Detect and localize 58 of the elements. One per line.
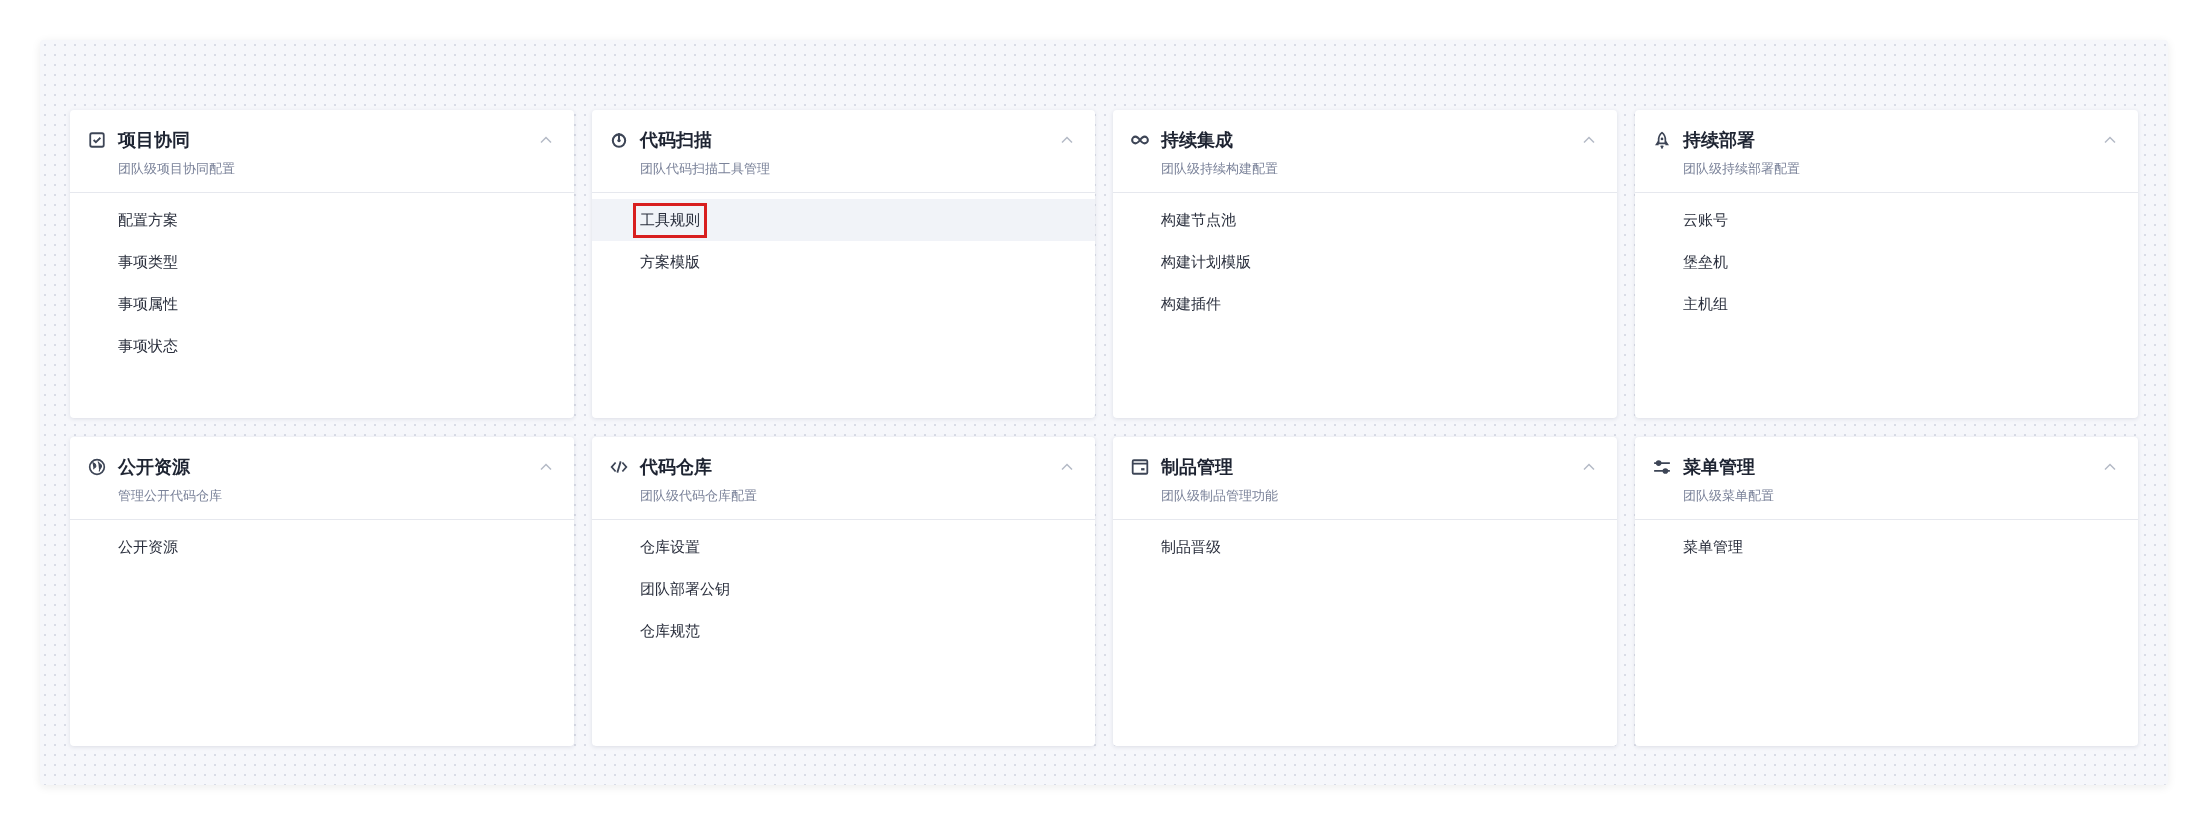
card-subtitle: 团队级菜单配置 [1682, 487, 1775, 505]
item-label: 构建插件 [1160, 293, 1222, 315]
item-label: 团队部署公钥 [638, 578, 731, 600]
item-label: 制品晋级 [1160, 536, 1222, 558]
menu-item[interactable]: 事项状态 [70, 325, 574, 367]
menu-item[interactable]: 制品晋级 [1113, 526, 1617, 568]
item-label: 构建计划模版 [1160, 251, 1252, 273]
item-label: 仓库规范 [638, 620, 701, 642]
menu-item[interactable]: 事项类型 [70, 241, 574, 283]
menu-item[interactable]: 构建节点池 [1113, 199, 1617, 241]
sliders-icon [1652, 458, 1671, 476]
menu-item[interactable]: 堡垒机 [1634, 241, 2138, 283]
item-label: 菜单管理 [1681, 536, 1744, 558]
menu-item[interactable]: 主机组 [1634, 283, 2138, 325]
item-label: 堡垒机 [1681, 251, 1729, 273]
rocket-icon [1652, 131, 1671, 149]
checkbox-icon [88, 131, 106, 149]
card-title: 制品管理 [1161, 455, 1234, 479]
menu-item[interactable]: 配置方案 [70, 199, 574, 241]
card-subtitle: 管理公开代码仓库 [118, 487, 223, 505]
card-title: 菜单管理 [1682, 455, 1756, 479]
gauge-icon [609, 131, 628, 149]
code-icon [609, 458, 628, 476]
card-title: 代码仓库 [639, 455, 713, 479]
item-label: 事项属性 [117, 293, 179, 315]
card-title: 公开资源 [118, 455, 191, 479]
menu-item[interactable]: 工具规则 [591, 199, 1095, 241]
card-subtitle: 团队级项目协同配置 [118, 160, 236, 178]
item-label: 事项状态 [117, 335, 179, 357]
menu-item[interactable]: 方案模版 [591, 241, 1095, 283]
card-title: 持续集成 [1161, 128, 1234, 152]
item-label: 方案模版 [638, 251, 701, 273]
item-label: 主机组 [1681, 293, 1729, 315]
item-label: 工具规则 [632, 202, 707, 238]
menu-item[interactable]: 事项属性 [70, 283, 574, 325]
window-icon [1131, 458, 1149, 476]
item-label: 配置方案 [117, 209, 179, 231]
item-label: 公开资源 [117, 536, 179, 558]
item-label: 仓库设置 [638, 536, 701, 558]
item-label: 构建节点池 [1160, 209, 1237, 231]
card-title: 代码扫描 [639, 128, 713, 152]
card-subtitle: 团队级持续部署配置 [1682, 160, 1801, 178]
card-subtitle: 团队级持续构建配置 [1161, 160, 1279, 178]
card-title: 持续部署 [1682, 128, 1756, 152]
menu-item[interactable]: 菜单管理 [1634, 526, 2138, 568]
card-subtitle: 团队代码扫描工具管理 [639, 160, 771, 178]
menu-item[interactable]: 团队部署公钥 [591, 568, 1095, 610]
menu-item[interactable]: 仓库设置 [591, 526, 1095, 568]
menu-item[interactable]: 公开资源 [70, 526, 574, 568]
card-title: 项目协同 [118, 128, 191, 152]
menu-item[interactable]: 云账号 [1634, 199, 2138, 241]
menu-item[interactable]: 构建插件 [1113, 283, 1617, 325]
item-label: 云账号 [1681, 209, 1729, 231]
menu-item[interactable]: 构建计划模版 [1113, 241, 1617, 283]
card-subtitle: 团队级制品管理功能 [1161, 487, 1279, 505]
item-label: 事项类型 [117, 251, 179, 273]
card-subtitle: 团队级代码仓库配置 [639, 487, 758, 505]
menu-item[interactable]: 仓库规范 [591, 610, 1095, 652]
